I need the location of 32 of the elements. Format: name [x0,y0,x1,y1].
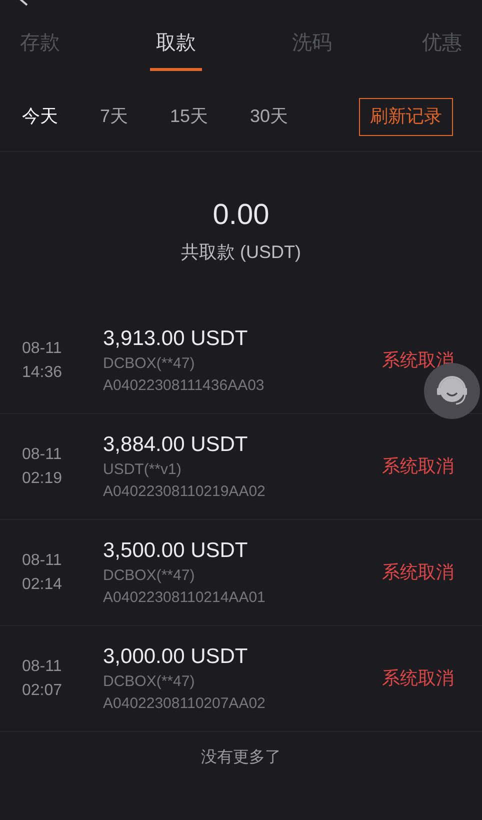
record-amount: 3,884.00 USDT [103,432,249,458]
record-amount: 3,000.00 USDT [103,644,249,670]
date-range-option[interactable]: 30天 [250,103,288,130]
refresh-button[interactable]: 刷新记录 [359,98,453,136]
record-time: 02:14 [22,574,64,594]
record-order-number: A04022308110207AA02 [103,694,266,714]
date-range-option[interactable]: 今天 [22,103,58,130]
record-time: 14:36 [22,362,64,382]
record-status: 系统取消 [382,667,454,690]
record-order-number: A04022308111436AA03 [103,376,264,396]
record-order-number: A04022308110219AA02 [103,482,266,502]
record-date: 08-11 [22,656,63,676]
record-date: 08-11 [22,338,63,358]
date-range-option[interactable]: 15天 [170,103,208,130]
end-of-list-text: 没有更多了 [200,748,282,768]
record-account: USDT(**v1) [103,460,182,480]
date-range-option[interactable]: 7天 [100,103,128,130]
record-time: 02:07 [22,680,64,700]
category-tab[interactable]: 取款 [150,28,202,71]
total-label: 共取款 (USDT) [181,241,301,264]
record-date: 08-11 [22,444,63,464]
record-account: DCBOX(**47) [103,354,196,374]
record-date: 08-11 [22,550,63,570]
record-amount: 3,913.00 USDT [103,326,249,352]
record-time: 02:19 [22,468,64,488]
record-status: 系统取消 [382,455,454,478]
record-order-number: A04022308110214AA01 [103,588,266,608]
record-account: DCBOX(**47) [103,566,196,586]
total-amount: 0.00 [212,198,270,233]
record-status: 系统取消 [382,561,454,584]
record-amount: 3,500.00 USDT [103,538,249,564]
record-account: DCBOX(**47) [103,672,196,692]
